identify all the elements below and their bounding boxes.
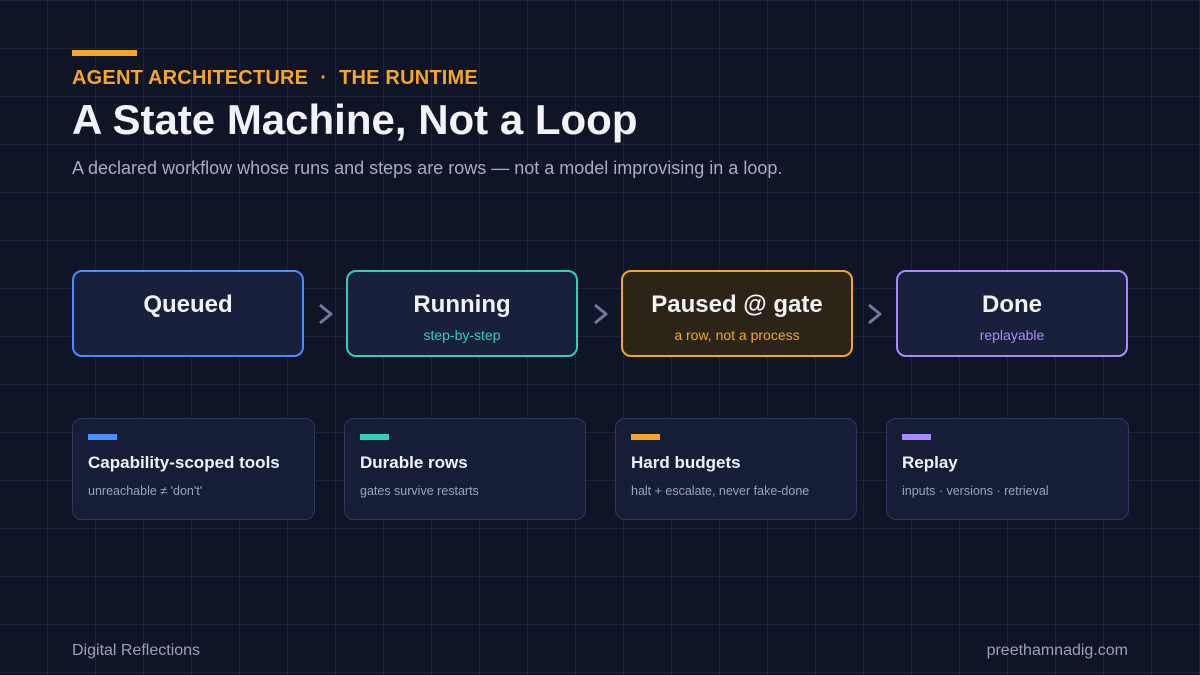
card-replay: Replay inputs · versions · retrieval	[886, 418, 1129, 520]
card-text: unreachable ≠ 'don't'	[88, 484, 203, 498]
state-running: Running step-by-step	[346, 270, 578, 357]
state-subtitle: replayable	[979, 327, 1045, 343]
card-text: inputs · versions · retrieval	[902, 484, 1049, 498]
state-name: Queued	[143, 291, 233, 318]
card-title: Durable rows	[360, 453, 468, 472]
footer-url: preethamnadig.com	[986, 642, 1128, 659]
card-text: gates survive restarts	[360, 484, 479, 498]
state-name: Paused @ gate	[651, 291, 823, 318]
card-capability-scoped-tools: Capability-scoped tools unreachable ≠ 'd…	[72, 418, 315, 520]
state-name: Running	[413, 291, 511, 318]
card-text: halt + escalate, never fake-done	[631, 484, 810, 498]
page-subtitle: A declared workflow whose runs and steps…	[72, 158, 783, 178]
eyebrow: AGENT ARCHITECTURE · THE RUNTIME	[72, 67, 478, 90]
accent-bar	[72, 50, 137, 56]
card-title: Replay	[902, 453, 958, 472]
card-durable-rows: Durable rows gates survive restarts	[344, 418, 586, 520]
card-title: Hard budgets	[631, 453, 741, 472]
state-subtitle: a row, not a process	[674, 327, 800, 343]
chevron-right-icon	[319, 303, 333, 325]
eyebrow-topic: THE RUNTIME	[339, 67, 478, 89]
eyebrow-section: AGENT ARCHITECTURE	[72, 67, 309, 89]
chevron-right-icon	[868, 303, 882, 325]
state-name: Done	[982, 291, 1042, 318]
chevron-right-icon	[594, 303, 608, 325]
footer-brand: Digital Reflections	[72, 642, 201, 659]
card-hard-budgets: Hard budgets halt + escalate, never fake…	[615, 418, 857, 520]
card-accent-bar	[360, 434, 389, 440]
state-done: Done replayable	[896, 270, 1128, 357]
state-paused-at-gate: Paused @ gate a row, not a process	[621, 270, 853, 357]
card-accent-bar	[88, 434, 117, 440]
state-queued: Queued	[72, 270, 304, 357]
state-subtitle: step-by-step	[423, 327, 501, 343]
card-accent-bar	[631, 434, 660, 440]
eyebrow-separator: ·	[320, 67, 328, 89]
card-title: Capability-scoped tools	[88, 453, 280, 472]
card-accent-bar	[902, 434, 931, 440]
page-title: A State Machine, Not a Loop	[72, 96, 638, 143]
